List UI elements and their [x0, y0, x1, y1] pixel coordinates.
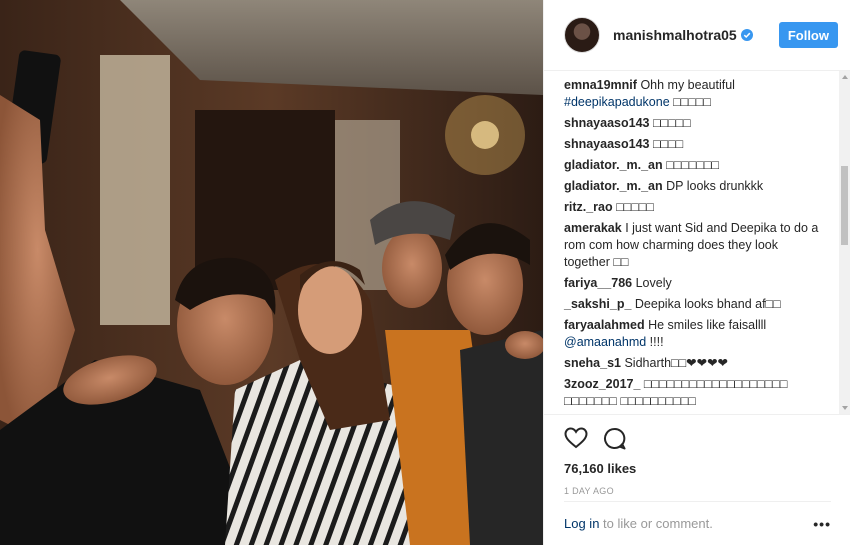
comment-username[interactable]: faryaalahmed — [564, 318, 645, 332]
comment-username[interactable]: amerakak — [564, 221, 622, 235]
scrollbar-thumb[interactable] — [841, 166, 848, 245]
avatar[interactable] — [564, 17, 600, 53]
comment-text: □□□□□ — [616, 200, 654, 214]
comments-scrollbar[interactable] — [839, 71, 850, 414]
comment-item: ritz._rao □□□□□ — [564, 199, 820, 216]
comment-username[interactable]: fariya__786 — [564, 276, 632, 290]
follow-button[interactable]: Follow — [778, 22, 838, 48]
comment-username[interactable]: 3zooz_2017_ — [564, 377, 640, 391]
comment-item: fariya__786 Lovely — [564, 275, 820, 292]
post-actions: 76,160 likes 1 DAY AGO — [544, 414, 850, 496]
comment-text: DP looks drunkkk — [666, 179, 764, 193]
login-prompt-text: to like or comment. — [599, 516, 713, 531]
post-photo[interactable] — [0, 0, 543, 545]
comment-icon[interactable] — [603, 427, 626, 450]
username-link[interactable]: manishmalhotra05 — [613, 27, 753, 43]
hashtag-link[interactable]: #deepikapadukone — [564, 95, 670, 109]
comment-text: He smiles like faisallll — [648, 318, 767, 332]
comment-text: □□□□□□□ — [666, 158, 719, 172]
post-header: manishmalhotra05 Follow — [544, 0, 850, 71]
comment-text: □□□□ — [652, 137, 684, 151]
heart-icon[interactable] — [564, 427, 588, 449]
comment-item: _sakshi_p_ Deepika looks bhand af□□ — [564, 296, 820, 313]
comment-username[interactable]: emna19mnif — [564, 78, 637, 92]
comment-item: amerakak I just want Sid and Deepika to … — [564, 220, 820, 271]
login-link[interactable]: Log in — [564, 516, 599, 531]
more-options-icon[interactable]: ••• — [813, 516, 831, 532]
scroll-down-arrow-icon[interactable] — [842, 406, 848, 410]
comment-username[interactable]: shnayaaso143 — [564, 116, 649, 130]
comment-item: faryaalahmed He smiles like faisallll @a… — [564, 317, 820, 351]
comment-username[interactable]: _sakshi_p_ — [564, 297, 631, 311]
scroll-up-arrow-icon[interactable] — [842, 75, 848, 79]
comment-item: 3zooz_2017_ □□□□□□□□□□□□□□□□□□□ □□□□□□□ … — [564, 376, 820, 410]
comment-suffix: !!!! — [646, 335, 664, 349]
selfie-image — [0, 0, 543, 545]
comment-username[interactable]: gladiator._m._an — [564, 158, 663, 172]
comment-text: Lovely — [635, 276, 672, 290]
comment-text: Sidharth□□❤❤❤❤ — [624, 356, 729, 370]
instagram-post: manishmalhotra05 Follow emna19mnif Ohh m… — [0, 0, 850, 545]
comment-item: shnayaaso143 □□□□□ — [564, 115, 820, 132]
comments-list[interactable]: emna19mnif Ohh my beautiful #deepikapadu… — [544, 71, 840, 414]
comment-text: □□□□□ — [652, 116, 691, 130]
action-icons — [564, 425, 831, 451]
comment-item: sneha_s1 Sidharth□□❤❤❤❤ — [564, 355, 820, 372]
login-prompt: Log in to like or comment. — [564, 516, 713, 531]
comment-username[interactable]: shnayaaso143 — [564, 137, 649, 151]
comment-text: Ohh my beautiful — [640, 78, 735, 92]
comment-username[interactable]: gladiator._m._an — [564, 179, 663, 193]
comment-text: Deepika looks bhand af□□ — [634, 297, 781, 311]
comment-item: shnayaaso143 □□□□ — [564, 136, 820, 153]
comment-username[interactable]: sneha_s1 — [564, 356, 621, 370]
comment-suffix: □□□□□ — [669, 95, 711, 109]
comment-username[interactable]: ritz._rao — [564, 200, 613, 214]
post-sidebar: manishmalhotra05 Follow emna19mnif Ohh m… — [543, 0, 850, 545]
mention-link[interactable]: @amaanahmd — [564, 335, 646, 349]
comment-item: gladiator._m._an DP looks drunkkk — [564, 178, 820, 195]
post-footer: Log in to like or comment. ••• — [564, 501, 831, 545]
comment-item: gladiator._m._an □□□□□□□ — [564, 157, 820, 174]
likes-count[interactable]: 76,160 likes — [564, 461, 831, 476]
verified-badge-icon — [740, 29, 753, 41]
post-timestamp[interactable]: 1 DAY AGO — [564, 486, 831, 496]
comment-item: emna19mnif Ohh my beautiful #deepikapadu… — [564, 77, 820, 111]
username-text: manishmalhotra05 — [613, 27, 737, 43]
